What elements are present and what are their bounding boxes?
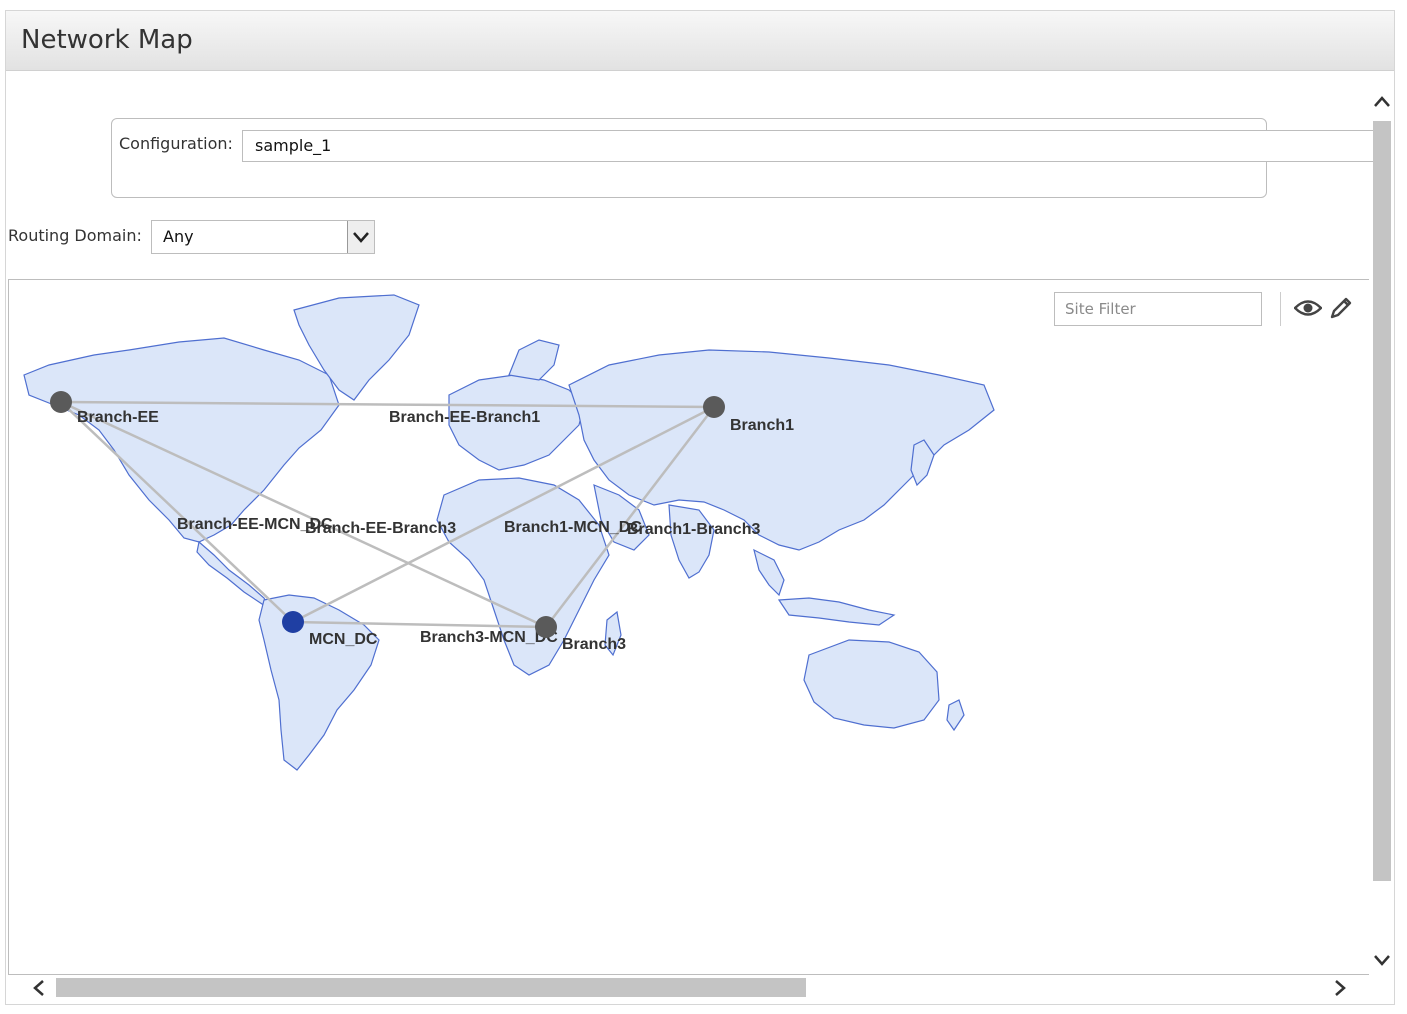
routing-domain-label: Routing Domain: — [8, 226, 142, 245]
chevron-up-icon[interactable] — [1373, 93, 1391, 115]
configuration-field[interactable]: sample_1 — [242, 130, 1382, 162]
site-node-branch3[interactable] — [535, 616, 557, 638]
network-map-canvas[interactable]: Branch-EE-Branch1 Branch-EE-MCN_DC Branc… — [8, 279, 1369, 975]
site-label: Branch3 — [562, 636, 626, 653]
chevron-down-icon[interactable] — [347, 221, 374, 253]
site-label: Branch-EE — [77, 409, 159, 426]
link-label[interactable]: Branch1-MCN_DC — [504, 519, 642, 536]
network-map-panel: Network Map Configuration: sample_1 Rout… — [5, 10, 1395, 1005]
horizontal-scrollbar[interactable] — [8, 973, 1370, 1001]
site-node-mcn-dc[interactable] — [282, 611, 304, 633]
pencil-icon[interactable] — [1329, 296, 1353, 324]
chevron-left-icon[interactable] — [30, 979, 48, 1001]
link-label[interactable]: Branch-EE-Branch1 — [389, 409, 540, 426]
configuration-label: Configuration: — [119, 134, 233, 153]
link-label[interactable]: Branch1-Branch3 — [627, 521, 760, 538]
horizontal-scrollbar-thumb[interactable] — [56, 978, 806, 997]
site-filter-input[interactable]: Site Filter — [1054, 292, 1262, 326]
chevron-right-icon[interactable] — [1331, 979, 1349, 1001]
panel-header: Network Map — [6, 11, 1394, 71]
site-label: MCN_DC — [309, 631, 378, 648]
link-label[interactable]: Branch-EE-Branch3 — [305, 520, 456, 537]
routing-domain-value: Any — [163, 227, 194, 246]
vertical-scrollbar[interactable] — [1370, 91, 1394, 976]
eye-icon[interactable] — [1293, 298, 1323, 322]
world-map: Branch-EE-Branch1 Branch-EE-MCN_DC Branc… — [23, 294, 995, 771]
vertical-scrollbar-thumb[interactable] — [1373, 121, 1391, 881]
routing-domain-select[interactable]: Any — [151, 220, 375, 254]
toolbar-divider — [1280, 292, 1281, 326]
site-node-branch1[interactable] — [703, 396, 725, 418]
site-node-branch-ee[interactable] — [50, 391, 72, 413]
site-label: Branch1 — [730, 417, 794, 434]
chevron-down-icon[interactable] — [1373, 951, 1391, 973]
page-title: Network Map — [21, 25, 193, 55]
